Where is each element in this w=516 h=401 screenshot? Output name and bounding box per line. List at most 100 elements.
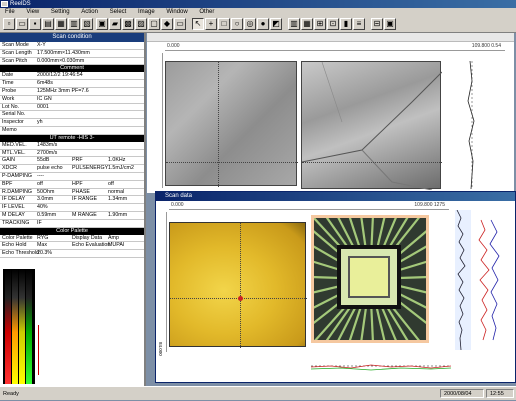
folder-icon[interactable]: ▰ bbox=[109, 18, 121, 30]
c-scan-image-left[interactable] bbox=[165, 61, 298, 187]
export-icon[interactable]: ◩ bbox=[270, 18, 282, 30]
fit-icon[interactable]: ⊡ bbox=[327, 18, 339, 30]
param-row: Color Palette RYG Display Data Amp bbox=[0, 235, 144, 243]
measure-icon[interactable]: ⊟ bbox=[371, 18, 383, 30]
info-row: Work IC GN bbox=[0, 96, 144, 104]
mesh-icon[interactable]: ▦ bbox=[301, 18, 313, 30]
menu-view[interactable]: View bbox=[21, 8, 44, 16]
amplitude-profile-right bbox=[451, 209, 513, 351]
toolbar: ▫ ▭ ▪ ▤ ▦ ▥ ▧ ▣ ▰ ▩ ▨ ▢ ◆ ▭ ↖ + □ ○ ◎ ● … bbox=[0, 16, 516, 33]
scan-data-title: Scan data bbox=[156, 192, 515, 201]
info-row: MTL.VEL. 2700m/s bbox=[0, 150, 144, 158]
menu-select[interactable]: Select bbox=[105, 8, 132, 16]
amplitude-trace bbox=[455, 209, 500, 351]
color-legend bbox=[3, 269, 35, 384]
scan-icon[interactable]: ▩ bbox=[122, 18, 134, 30]
info-row: Serial No. bbox=[0, 111, 144, 120]
image-icon[interactable]: ▣ bbox=[96, 18, 108, 30]
param-row: XDCR pulse echo PULSENERGY 1.5mJ/cm2 bbox=[0, 165, 144, 173]
zoom-icon[interactable]: ⊞ bbox=[314, 18, 326, 30]
status-bar: Ready 2000/08/04 12:55 bbox=[0, 386, 516, 400]
c-scan-chip-image[interactable] bbox=[311, 215, 429, 343]
info-row: Time 6m48s bbox=[0, 80, 144, 88]
info-row: Scan Length 17.500mm×11.430mm bbox=[0, 50, 144, 58]
param-row: M DELAY 0.59mm M RANGE 1.90mm bbox=[0, 212, 144, 220]
window-title: ReelDS bbox=[10, 1, 31, 7]
ruler-start: 0.000 bbox=[167, 43, 180, 49]
settings-icon[interactable]: ▣ bbox=[384, 18, 396, 30]
info-row: MED.VEL. 1483m/s bbox=[0, 142, 144, 150]
title-bar: ReelDS bbox=[0, 0, 516, 8]
info-row: Scan Mode X-Y bbox=[0, 42, 144, 50]
crosshair-icon[interactable]: + bbox=[205, 18, 217, 30]
menu-bar: File View Setting Action Select Image Wi… bbox=[0, 8, 516, 16]
y-ruler: 84.000 bbox=[158, 212, 167, 356]
menu-action[interactable]: Action bbox=[76, 8, 103, 16]
open-icon[interactable]: ▭ bbox=[16, 18, 28, 30]
display-icon[interactable]: ▭ bbox=[174, 18, 186, 30]
color-palette-header: Color Palette bbox=[0, 227, 144, 235]
horizontal-trace bbox=[310, 364, 452, 371]
param-row: IF DELAY 3.0mm IF RANGE 1.34mm bbox=[0, 196, 144, 205]
menu-setting[interactable]: Setting bbox=[46, 8, 75, 16]
grid-icon[interactable]: ▥ bbox=[68, 18, 80, 30]
param-row: P-DAMPING ---- bbox=[0, 173, 144, 181]
info-row: Scan Pitch 0.000mm×0.030mm bbox=[0, 58, 144, 66]
ruler-start: 0.000 bbox=[171, 202, 184, 208]
rectangle-icon[interactable]: □ bbox=[218, 18, 230, 30]
frame-icon[interactable]: ▢ bbox=[148, 18, 160, 30]
image-window-toolbar bbox=[147, 33, 514, 42]
layers-icon[interactable]: ▨ bbox=[135, 18, 147, 30]
chart-icon[interactable]: ▧ bbox=[81, 18, 93, 30]
param-row: BPF off HPF off bbox=[0, 181, 144, 189]
pointer-icon[interactable]: ↖ bbox=[192, 18, 204, 30]
x-ruler: 0.000 109.800 1275 bbox=[169, 202, 449, 210]
menu-file[interactable]: File bbox=[0, 8, 20, 16]
param-row: Echo Hold Max Echo Evaluation MUPAI bbox=[0, 242, 144, 251]
info-row: Lot No. 0001 bbox=[0, 104, 144, 112]
info-row: Memo bbox=[0, 127, 144, 135]
palette-icon[interactable]: ◆ bbox=[161, 18, 173, 30]
table-icon[interactable]: ▦ bbox=[55, 18, 67, 30]
scan-data-window: Scan data 0.000 109.800 1275 84.000 bbox=[155, 191, 516, 383]
save-icon[interactable]: ▪ bbox=[29, 18, 41, 30]
image-window: 0.000 109.800 0.54 bbox=[147, 33, 514, 193]
profile-graph-right bbox=[452, 60, 507, 190]
param-row: IF LEVEL 40% bbox=[0, 204, 144, 212]
info-row: Date 2000/12/2 19:46:54 bbox=[0, 72, 144, 81]
region-icon[interactable]: ▥ bbox=[288, 18, 300, 30]
ruler-end: 109.800 1275 bbox=[414, 202, 445, 208]
crack-lines bbox=[302, 62, 442, 190]
c-scan-image-right[interactable] bbox=[301, 61, 442, 190]
param-row: R.DAMPING 50Ohm PHASE normal bbox=[0, 189, 144, 197]
histogram-icon[interactable]: ▮ bbox=[340, 18, 352, 30]
menu-other[interactable]: Other bbox=[194, 8, 219, 16]
ut-remote-header: UT remote -HIS 3- bbox=[0, 134, 144, 142]
threshold-marker bbox=[38, 325, 39, 375]
scan-info-panel: Scan condition Scan Mode X-Y Scan Length 1… bbox=[0, 33, 146, 390]
panel-title: Scan condition bbox=[0, 33, 144, 42]
chip-outline bbox=[311, 215, 429, 343]
print-icon[interactable]: ▤ bbox=[42, 18, 54, 30]
cursor-marker[interactable] bbox=[238, 296, 243, 301]
bars-icon[interactable]: ≡ bbox=[353, 18, 365, 30]
param-row: GAIN 55dB PRF 1.0KHz bbox=[0, 157, 144, 166]
menu-image[interactable]: Image bbox=[133, 8, 160, 16]
info-row: Probe 125MHz 3mm PF=7.6 bbox=[0, 88, 144, 96]
circle-icon[interactable]: ○ bbox=[231, 18, 243, 30]
y-ruler bbox=[155, 53, 163, 188]
status-date: 2000/08/04 bbox=[440, 389, 484, 398]
x-ruler: 0.000 109.800 0.54 bbox=[165, 42, 505, 51]
new-icon[interactable]: ▫ bbox=[3, 18, 15, 30]
dot-icon[interactable]: ● bbox=[257, 18, 269, 30]
menu-window[interactable]: Window bbox=[161, 8, 192, 16]
status-text: Ready bbox=[3, 391, 19, 397]
app-icon bbox=[1, 1, 8, 7]
status-time: 12:55 bbox=[486, 389, 514, 398]
param-row: Echo Threshold 20.3% bbox=[0, 250, 144, 258]
param-row: TRACKING IF bbox=[0, 220, 144, 228]
amplitude-profile-bottom bbox=[310, 352, 452, 382]
target-icon[interactable]: ◎ bbox=[244, 18, 256, 30]
c-scan-yellow-image[interactable] bbox=[169, 222, 307, 348]
ruler-end: 109.800 0.54 bbox=[471, 43, 501, 49]
